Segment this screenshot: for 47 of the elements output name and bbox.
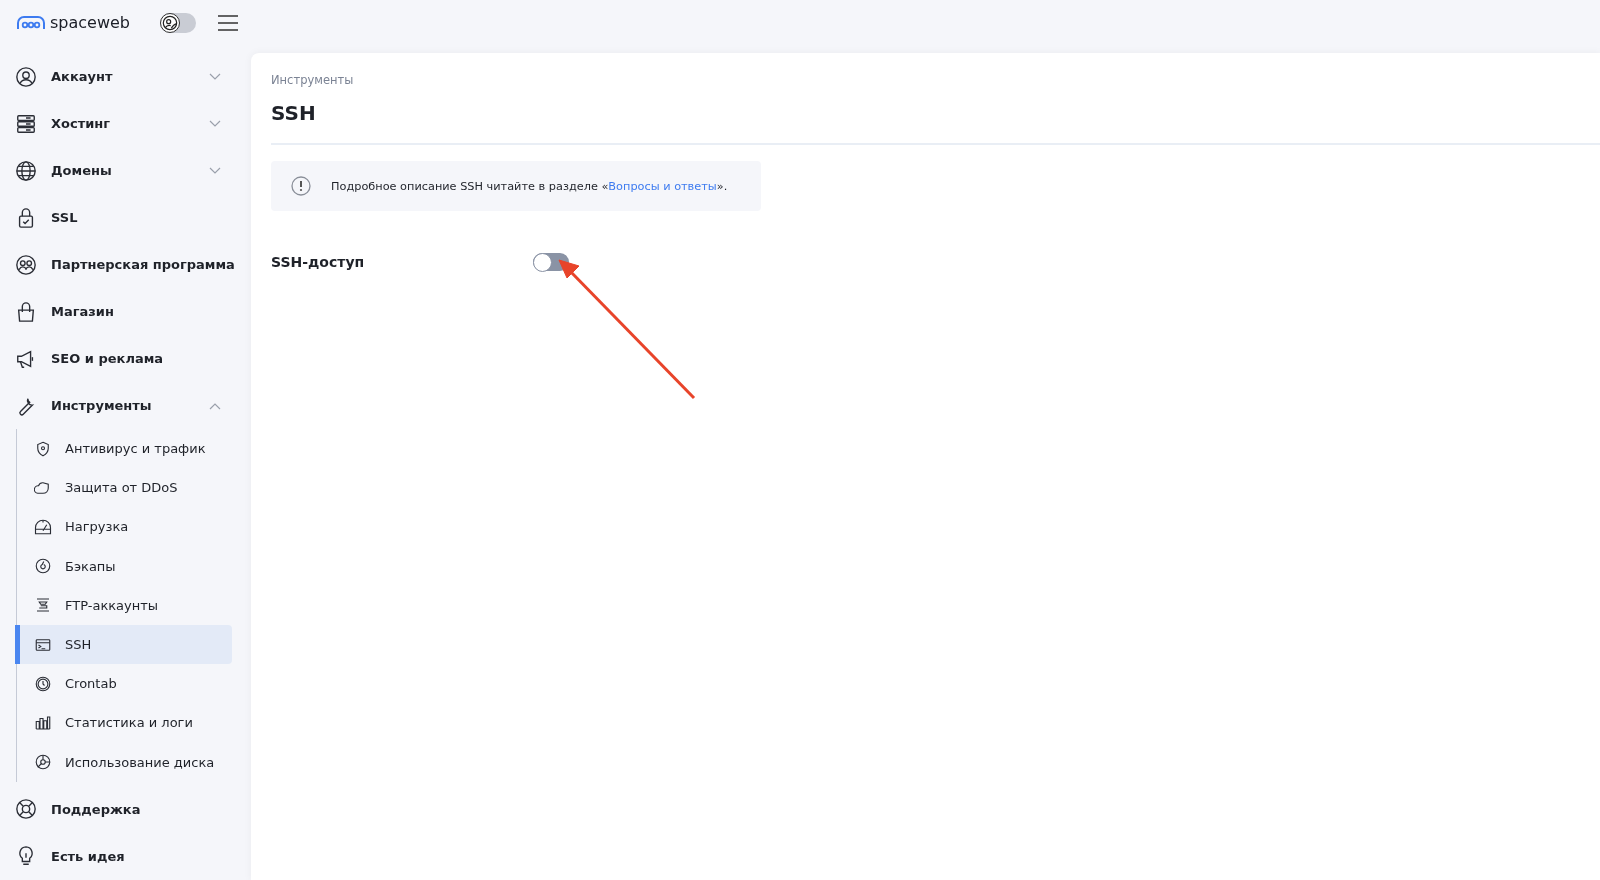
setting-label: SSH-доступ [271, 254, 366, 270]
info-text: Подробное описание SSH читайте в разделе «Вопросы и ответы». [331, 179, 728, 193]
nav-item[interactable]: Есть идея [0, 832, 251, 880]
nav-item[interactable]: Партнерская программа [0, 241, 251, 288]
nav-icon [15, 253, 37, 276]
info-icon [291, 176, 311, 196]
nav-icon [15, 159, 37, 182]
submenu-item[interactable]: Антивирус и трафик [15, 429, 232, 469]
nav-icon [15, 112, 37, 135]
submenu-icon [34, 674, 52, 693]
nav-item[interactable]: Магазин [0, 288, 251, 335]
submenu-item[interactable]: Статистика и логи [15, 703, 232, 743]
theme-toggle[interactable] [160, 12, 197, 33]
menu-icon[interactable] [218, 14, 239, 31]
nav-item[interactable]: SSL [0, 194, 251, 241]
submenu-item[interactable]: Crontab [15, 664, 232, 704]
page-title: SSH [271, 101, 316, 125]
submenu-item[interactable]: Нагрузка [15, 507, 232, 547]
logo-text: spaceweb [50, 13, 131, 32]
faq-link[interactable]: Вопросы и ответы [608, 179, 717, 193]
submenu-item[interactable]: Бэкапы [15, 546, 232, 586]
chevron-icon [209, 119, 221, 128]
submenu-item[interactable]: Использование диска [15, 742, 232, 782]
nav-item[interactable]: Инструменты [0, 382, 251, 429]
submenu-icon [34, 753, 52, 772]
submenu-item[interactable]: Защита от DDoS [15, 468, 232, 508]
nav-item[interactable]: SEO и реклама [0, 335, 251, 382]
nav-item[interactable]: Аккаунт [0, 53, 251, 100]
nav-icon [15, 65, 37, 88]
nav-icon [15, 300, 37, 323]
chevron-icon [209, 166, 221, 175]
submenu-icon [34, 439, 52, 458]
nav-icon [15, 798, 37, 821]
logo-icon [16, 14, 46, 31]
submenu-icon [34, 517, 52, 536]
breadcrumb[interactable]: Инструменты [271, 73, 354, 87]
chevron-icon [209, 72, 221, 81]
submenu-item[interactable]: FTP-аккаунты [15, 585, 232, 625]
nav-item[interactable]: Хостинг [0, 100, 251, 147]
submenu-icon [34, 596, 52, 615]
avatar-icon [162, 14, 179, 31]
nav-item[interactable]: Домены [0, 147, 251, 194]
chevron-icon [209, 401, 221, 410]
submenu-icon [34, 713, 52, 732]
submenu-item[interactable]: SSH [15, 624, 232, 665]
nav-item[interactable]: Поддержка [0, 785, 251, 833]
submenu-icon [34, 557, 52, 576]
